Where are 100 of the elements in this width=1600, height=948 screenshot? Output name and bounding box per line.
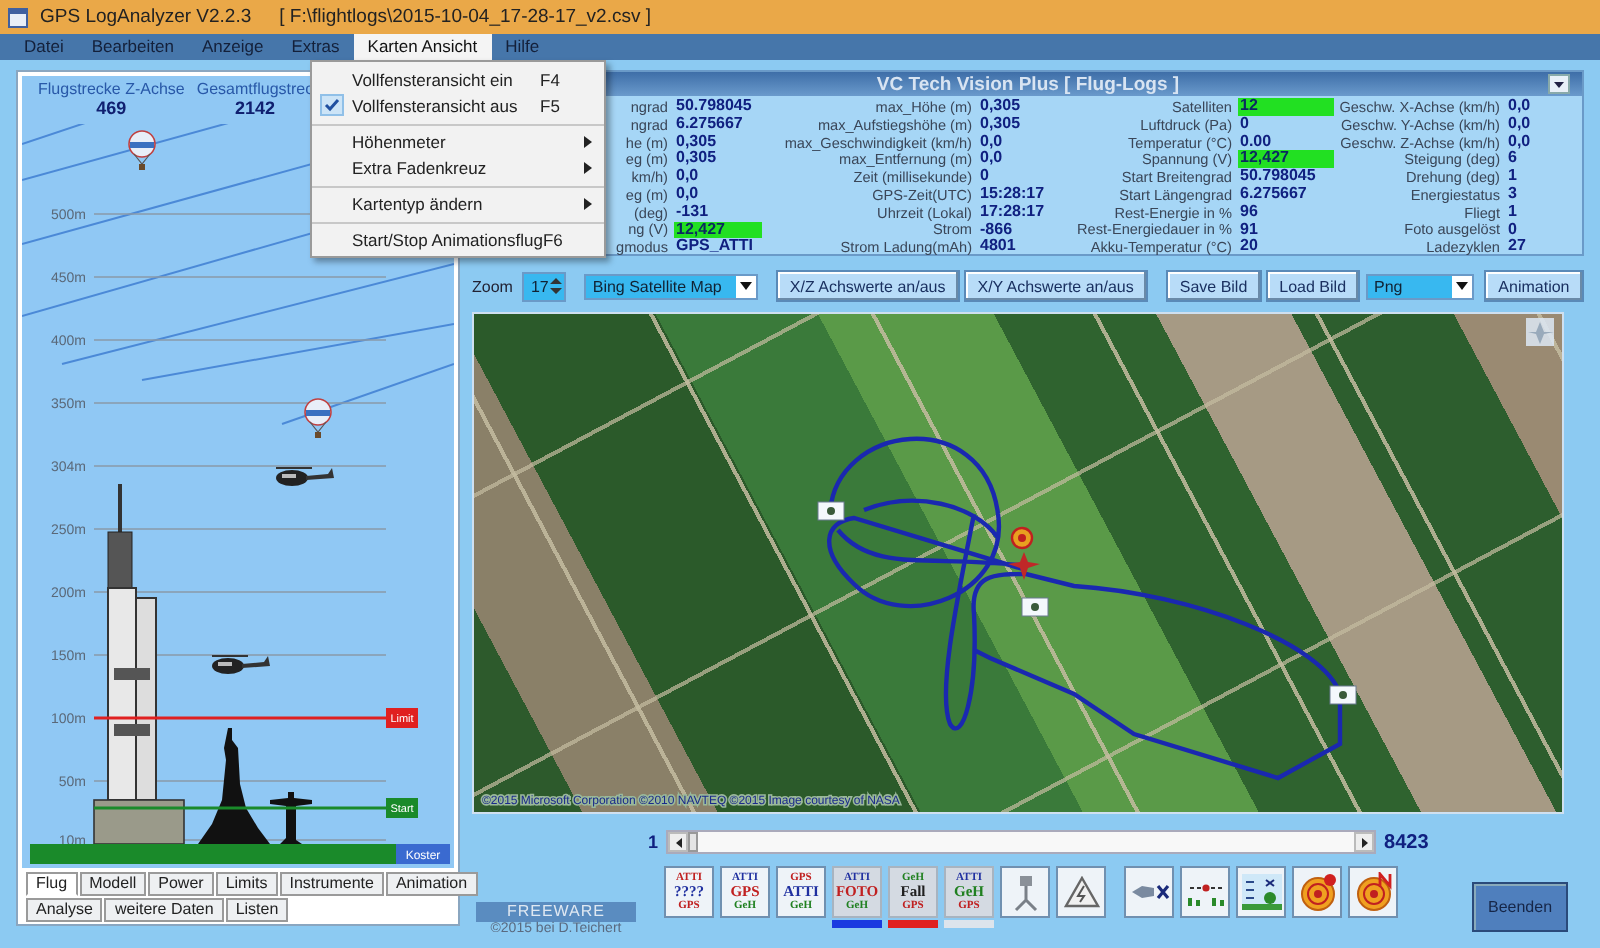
tool-button[interactable] bbox=[1292, 866, 1342, 918]
tab[interactable]: Listen bbox=[225, 898, 289, 922]
map-type-dropdown[interactable]: Bing Satellite Map bbox=[584, 273, 758, 299]
field-value: 12,427 bbox=[1238, 150, 1334, 169]
menu-item[interactable]: Kartentyp ändern bbox=[312, 186, 604, 216]
stat-label: Gesamtflugstrec bbox=[196, 80, 314, 98]
field-value: 0,305 bbox=[674, 150, 719, 168]
app-icon bbox=[8, 7, 28, 27]
format-dropdown[interactable]: Png bbox=[1366, 273, 1474, 299]
field-value: 0,0 bbox=[674, 168, 701, 186]
field-value: 3 bbox=[1506, 186, 1519, 204]
field-value: 96 bbox=[1238, 203, 1260, 221]
waypoint-icon bbox=[817, 501, 845, 521]
field-value: 6 bbox=[1506, 150, 1517, 169]
field-value: 4801 bbox=[978, 238, 1018, 257]
scroll-button[interactable] bbox=[1354, 832, 1375, 852]
panel-title: VC Tech Vision Plus [ Flug-Logs ] bbox=[876, 73, 1180, 95]
field-value: 0,0 bbox=[674, 186, 701, 204]
toggle-button[interactable]: X/Z Achswerte an/aus bbox=[775, 270, 960, 302]
spin-arrows-icon bbox=[550, 276, 563, 296]
submenu-arrow-icon bbox=[584, 161, 592, 173]
field-value: 91 bbox=[1238, 221, 1260, 238]
field-value: GPS_ATTI bbox=[674, 238, 756, 257]
tool-button[interactable] bbox=[1236, 866, 1286, 918]
field-value: 6.275667 bbox=[674, 115, 745, 133]
frame-end: 8423 bbox=[1384, 831, 1429, 853]
tool-button[interactable] bbox=[1124, 866, 1174, 918]
zoom-label: Zoom bbox=[472, 277, 513, 295]
right-arrow-icon bbox=[1361, 837, 1368, 847]
timeline-thumb[interactable] bbox=[688, 832, 699, 852]
field-value: 20 bbox=[1238, 238, 1260, 257]
animation-button[interactable]: Animation bbox=[1483, 270, 1584, 302]
toggle-button[interactable]: X/Y Achswerte an/aus bbox=[963, 270, 1148, 302]
menu-item[interactable]: Extra Fadenkreuz bbox=[312, 154, 604, 180]
field-value: 0,0 bbox=[1506, 115, 1533, 133]
field-value: -131 bbox=[674, 203, 711, 221]
field-value: 0,305 bbox=[978, 98, 1023, 116]
aircraft-icon bbox=[1008, 552, 1040, 580]
field-value: 0,0 bbox=[978, 133, 1005, 150]
field-value: 0 bbox=[1238, 115, 1251, 133]
timeline-track[interactable] bbox=[666, 830, 1377, 854]
tab[interactable]: Animation bbox=[385, 872, 478, 896]
compass-icon bbox=[1526, 318, 1554, 346]
menu-item[interactable]: Vollfensteransicht ein F4 bbox=[312, 66, 604, 92]
field-value: 0,305 bbox=[674, 133, 719, 150]
tab[interactable]: Power bbox=[148, 872, 214, 896]
tab[interactable]: Limits bbox=[215, 872, 278, 896]
stat-label: Flugstrecke Z-Achse bbox=[38, 80, 185, 98]
tripod-icon bbox=[1009, 872, 1041, 912]
tab[interactable]: weitere Daten bbox=[104, 898, 224, 922]
tab[interactable]: Modell bbox=[79, 872, 147, 896]
caret-icon bbox=[1455, 282, 1468, 290]
field-value: 0 bbox=[1506, 221, 1519, 238]
menu-item[interactable]: Höhenmeter bbox=[312, 124, 604, 154]
dropdown-button[interactable] bbox=[1548, 74, 1570, 94]
check-icon bbox=[324, 98, 340, 112]
zoom-spinner[interactable]: 17 bbox=[522, 271, 567, 301]
helicopter-icon bbox=[211, 655, 270, 674]
field-value: 0,0 bbox=[1506, 98, 1533, 116]
field-value: 50.798045 bbox=[674, 98, 754, 116]
field-value: 0.00 bbox=[1238, 133, 1274, 150]
submenu-arrow-icon bbox=[584, 135, 592, 147]
exit-button[interactable]: Beenden bbox=[1472, 882, 1568, 932]
field-value: 15:28:17 bbox=[978, 186, 1047, 204]
stat-value: 2142 bbox=[234, 98, 275, 118]
menu-item[interactable]: Karten Ansicht bbox=[353, 34, 492, 60]
helicopter-icon bbox=[275, 467, 334, 486]
frame-start: 1 bbox=[648, 832, 659, 852]
warning-icon bbox=[1063, 876, 1099, 908]
window-title: GPS LogAnalyzer V2.2.3 bbox=[40, 6, 252, 28]
waypoint-icon bbox=[1021, 597, 1049, 617]
field-value: 6.275667 bbox=[1238, 186, 1309, 204]
tab[interactable]: Instrumente bbox=[279, 872, 384, 896]
tab[interactable]: Analyse bbox=[26, 898, 103, 922]
left-arrow-icon bbox=[675, 837, 682, 847]
tool-button[interactable] bbox=[1056, 866, 1106, 918]
waypoint-icon bbox=[1329, 685, 1357, 705]
scroll-button[interactable] bbox=[668, 832, 689, 852]
field-value: 1 bbox=[1506, 203, 1519, 221]
submenu-arrow-icon bbox=[584, 197, 592, 209]
field-value: 0,0 bbox=[1506, 133, 1533, 150]
field-value: 12 bbox=[1238, 98, 1334, 116]
target-icon bbox=[1353, 872, 1393, 912]
field-value: 0 bbox=[978, 168, 991, 186]
field-value: 12,427 bbox=[674, 221, 762, 239]
tab[interactable]: Flug bbox=[26, 872, 78, 896]
tool-button[interactable] bbox=[1180, 866, 1230, 918]
target-icon bbox=[1297, 872, 1337, 912]
field-value: 0,305 bbox=[978, 115, 1023, 133]
image-button[interactable]: Save Bild bbox=[1165, 270, 1262, 302]
field-value: -866 bbox=[978, 221, 1015, 238]
image-button[interactable]: Load Bild bbox=[1265, 270, 1361, 302]
menu-item[interactable]: Start/Stop AnimationsflugF6 bbox=[312, 222, 604, 252]
field-value: 17:28:17 bbox=[978, 203, 1047, 221]
target-icon bbox=[1010, 526, 1034, 550]
caret-icon bbox=[1554, 81, 1564, 87]
menu-item[interactable]: Vollfensteransicht aus F5 bbox=[312, 92, 604, 118]
caret-icon bbox=[739, 282, 752, 290]
tool-button[interactable] bbox=[1348, 866, 1398, 918]
balloon-icon bbox=[128, 130, 156, 170]
